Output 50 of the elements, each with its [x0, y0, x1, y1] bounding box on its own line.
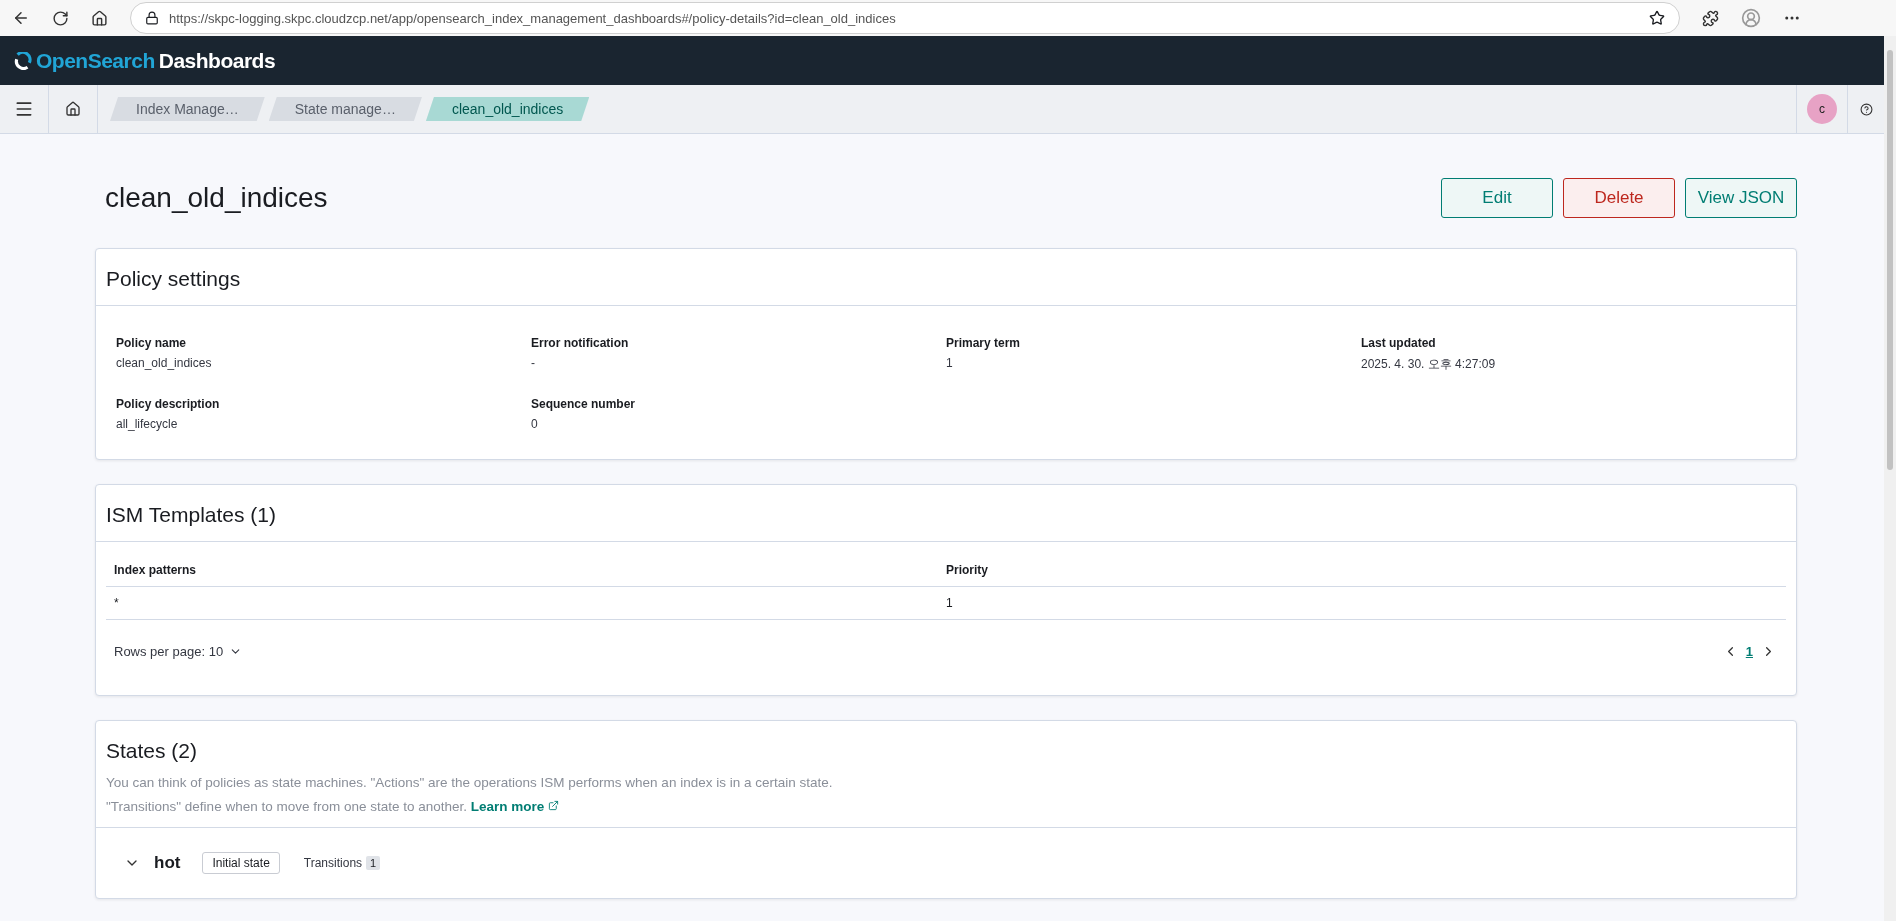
field-label: Policy description — [116, 397, 221, 411]
rows-per-page-button[interactable]: Rows per page: 10 — [114, 644, 243, 659]
reload-icon[interactable] — [52, 9, 69, 27]
star-icon[interactable] — [1649, 10, 1665, 26]
breadcrumb[interactable]: Index Manage… — [110, 97, 265, 121]
field-label: Last updated — [1361, 336, 1437, 350]
table-cell-text: * — [114, 596, 120, 610]
learn-more-link[interactable]: Learn more — [470, 799, 560, 814]
column-header: Priority — [946, 563, 989, 577]
delete-button[interactable]: Delete — [1563, 178, 1675, 218]
page-button[interactable]: 1 — [1737, 644, 1761, 659]
home-icon[interactable] — [65, 101, 81, 117]
profile-icon[interactable] — [1741, 8, 1761, 28]
field-value: clean_old_indices — [116, 356, 213, 370]
user-avatar[interactable]: c — [1807, 94, 1837, 124]
menu-icon[interactable] — [14, 99, 34, 119]
breadcrumb[interactable]: clean_old_indices — [425, 97, 590, 121]
puzzle-icon[interactable] — [1702, 9, 1719, 27]
field-label: Policy name — [116, 336, 188, 350]
field-value: 2025. 4. 30. 오후 4:27:09 — [1361, 356, 1497, 373]
address-bar[interactable]: https://skpc-logging.skpc.cloudzcp.net/app/opensearch_index_management_dashboards#/policy-details?id=clean_old_indices — [130, 2, 1680, 34]
field-label: Error notification — [531, 336, 630, 350]
card-title: Policy settings — [106, 267, 242, 291]
card-title: States (2) — [106, 739, 199, 763]
url-text: https://skpc-logging.skpc.cloudzcp.net/app/opensearch_index_management_dashboards#/policy-details?id=clean_old_indices — [169, 10, 897, 26]
field-label: Primary term — [946, 336, 1022, 350]
transitions-label: Transitions — [303, 856, 363, 870]
table-cell-text: 1 — [946, 596, 954, 610]
lock-icon — [145, 11, 159, 25]
transitions-count: 1 — [366, 856, 381, 870]
breadcrumb[interactable]: State manage… — [268, 97, 422, 121]
description-text: You can think of policies as state machines. "Actions" are the operations ISM performs when an index is in a certain state. "Transitions" define when to move from one state to another. Learn more — [106, 774, 834, 816]
card-title: ISM Templates (1) — [106, 503, 277, 527]
action-button[interactable]: Edit — [1441, 178, 1553, 218]
logo-icon — [14, 51, 32, 70]
initial-state-badge: Initial state — [202, 852, 280, 874]
state-name: hot — [154, 853, 181, 873]
home-icon[interactable] — [91, 9, 108, 27]
field-label: Sequence number — [531, 397, 637, 411]
field-value: - — [531, 356, 536, 370]
page-title: clean_old_indices — [105, 182, 329, 214]
app-logo[interactable]: OpenSearch Dashboards — [14, 48, 276, 73]
column-header: Index patterns — [114, 563, 198, 577]
help-icon[interactable] — [1859, 102, 1873, 116]
field-value: 1 — [946, 356, 954, 370]
field-value: 0 — [531, 417, 539, 431]
field-value: all_lifecycle — [116, 417, 179, 431]
back-icon[interactable] — [12, 9, 30, 27]
external-link-icon — [548, 800, 560, 811]
action-button[interactable]: View JSON — [1685, 178, 1797, 218]
